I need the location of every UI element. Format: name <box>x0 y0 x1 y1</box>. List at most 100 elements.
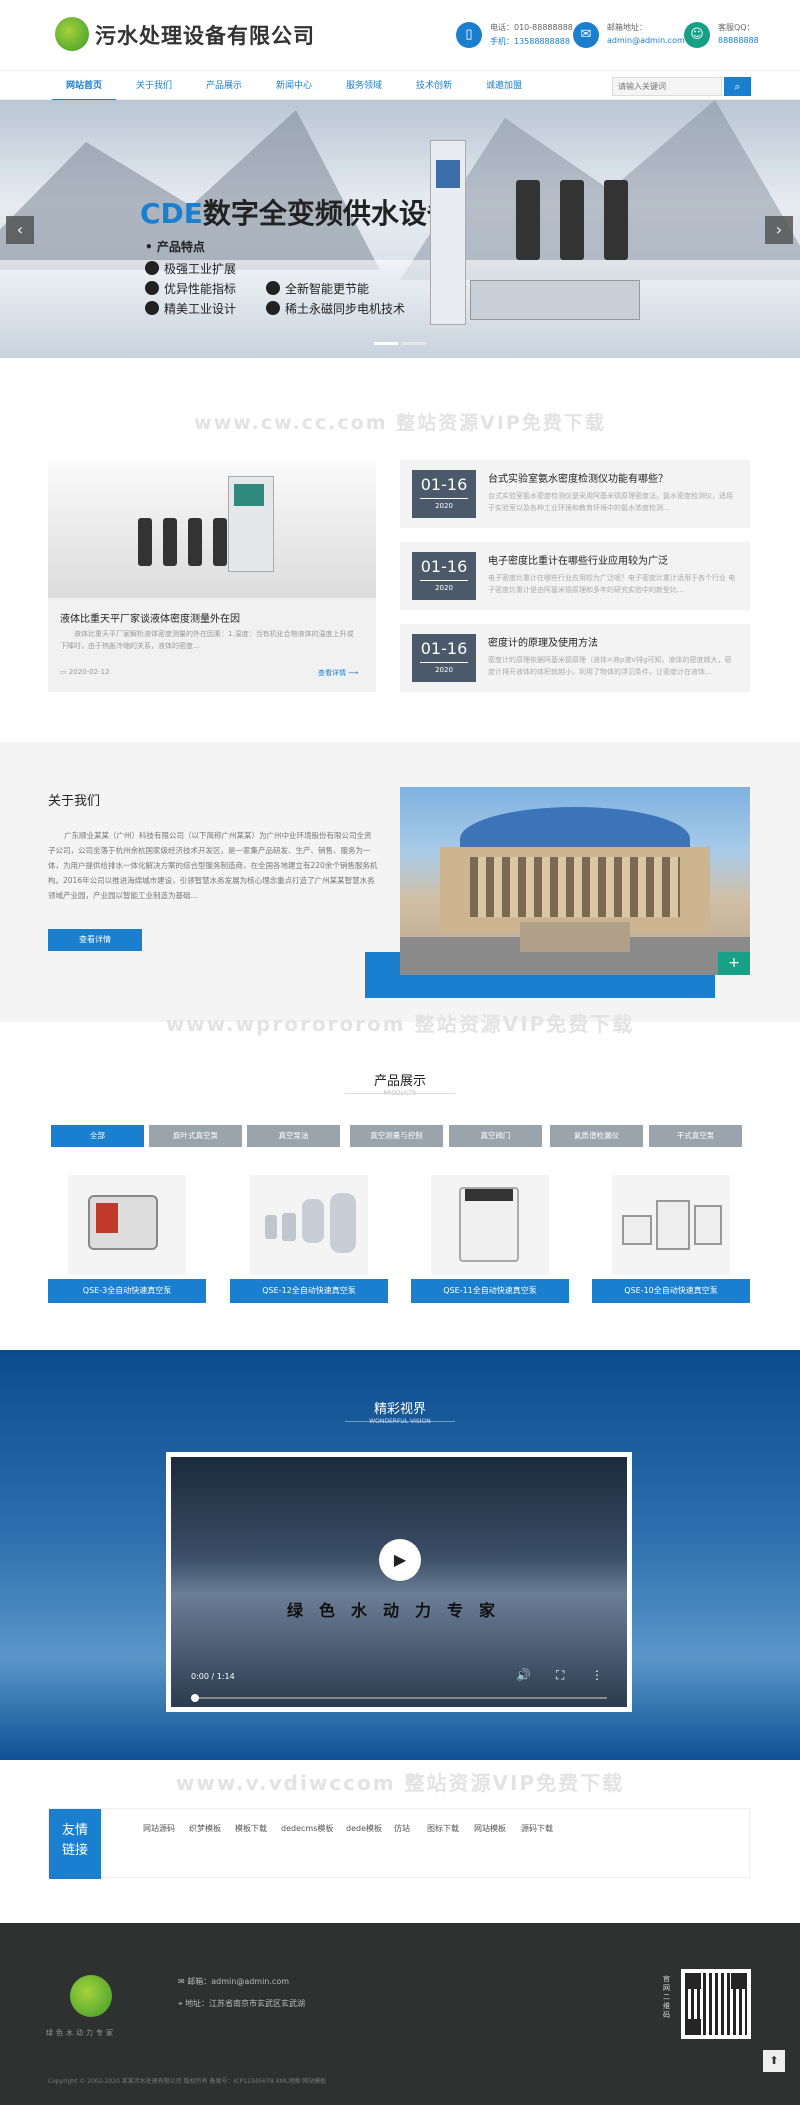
product-card[interactable]: QSE-12全自动快速真空泵 <box>230 1170 388 1303</box>
footer-slogan: 绿色水动力专家 <box>46 2029 116 2037</box>
feature-5: 稀土永磁同步电机技术 <box>266 300 405 317</box>
friend-links: 友情 链接 网站源码 织梦模板 模板下载 dedecms模板 dede模板 仿站 … <box>48 1808 750 1879</box>
title-divider <box>345 1421 455 1422</box>
friend-link[interactable]: 网站模板 <box>474 1823 506 1834</box>
news-day: 01-16 <box>420 557 468 576</box>
friend-links-label: 友情 链接 <box>49 1809 101 1879</box>
news-year: 2020 <box>420 662 468 677</box>
tab-pump-oil[interactable]: 真空泵油 <box>247 1125 340 1147</box>
news-item[interactable]: 01-16 2020 电子密度比重计在哪些行业应用较为广泛 电子密度比重计在哪些行… <box>400 542 750 610</box>
news-title[interactable]: 密度计的原理及使用方法 <box>488 634 598 649</box>
banner-next-button[interactable]: › <box>765 216 793 244</box>
product-name[interactable]: QSE-3全自动快速真空泵 <box>48 1279 206 1303</box>
mail-icon: ✉ <box>178 1977 188 1986</box>
back-to-top-button[interactable]: ⬆ <box>763 2050 785 2072</box>
qr-code-image <box>681 1969 751 2039</box>
check-icon <box>266 281 280 295</box>
about-more-button[interactable]: 查看详情 <box>48 929 142 951</box>
tab-dry-pump[interactable]: 干式真空泵 <box>649 1125 742 1147</box>
nav-products[interactable]: 产品展示 <box>192 71 256 101</box>
play-button[interactable]: ▶ <box>379 1539 421 1581</box>
featured-news-summary: 液体比重天平厂家解析液体密度测量的外在因素：1.温度：当有机化合物液体的温度上升… <box>60 630 354 650</box>
contact-qq: ☺ 客服QQ： 88888888 <box>684 20 784 54</box>
footer-logo-icon <box>70 1975 112 2017</box>
featured-news-title[interactable]: 液体比重天平厂家谈液体密度测量外在因 <box>60 610 240 625</box>
banner-title-prefix: CDE <box>140 197 203 230</box>
friend-link[interactable]: 仿站 <box>394 1823 410 1834</box>
tab-vacuum-valve[interactable]: 真空阀门 <box>449 1125 542 1147</box>
mail-icon: ✉ <box>573 22 599 48</box>
product-name[interactable]: QSE-12全自动快速真空泵 <box>230 1279 388 1303</box>
product-image <box>68 1175 186 1275</box>
hero-banner: CDE数字全变频供水设备 • 产品特点 极强工业扩展 优异性能指标 全新智能更节… <box>0 100 800 358</box>
nav-home[interactable]: 网站首页 <box>52 71 116 101</box>
calendar-icon: ▭ <box>60 668 69 676</box>
news-title[interactable]: 电子密度比重计在哪些行业应用较为广泛 <box>488 552 668 567</box>
product-name[interactable]: QSE-11全自动快速真空泵 <box>411 1279 569 1303</box>
friend-link[interactable]: 织梦模板 <box>189 1823 221 1834</box>
video-screen[interactable]: ▶ 绿色水动力专家 0:00 / 1:14 🔊 ⛶ ⋮ <box>171 1457 627 1707</box>
nav-about[interactable]: 关于我们 <box>122 71 186 101</box>
product-card[interactable]: QSE-11全自动快速真空泵 <box>411 1170 569 1303</box>
news-summary: 电子密度比重计在哪些行业应用较为广泛呢？电子密度比重计适用于各个行业 电子密度比… <box>488 574 736 594</box>
nav-tech[interactable]: 技术创新 <box>402 71 466 101</box>
phone-label: 电话：010-88888888 <box>490 23 573 32</box>
nav-join[interactable]: 诚邀加盟 <box>472 71 536 101</box>
footer-email-text[interactable]: 邮箱：admin@admin.com <box>187 1977 289 1986</box>
video-progress-handle[interactable] <box>191 1694 199 1702</box>
friend-link[interactable]: 模板下载 <box>235 1823 267 1834</box>
site-header: 污水处理设备有限公司 ▯ 电话：010-88888888 手机：13588888… <box>0 0 800 70</box>
friend-link[interactable]: dedecms模板 <box>281 1823 333 1834</box>
friend-link[interactable]: dede模板 <box>346 1823 382 1834</box>
nav-news[interactable]: 新闻中心 <box>262 71 326 101</box>
product-card[interactable]: QSE-3全自动快速真空泵 <box>48 1170 206 1303</box>
title-divider <box>345 1093 455 1094</box>
links-label-line2: 链接 <box>61 1843 88 1858</box>
news-summary: 密度计的原理依据阿基米德原理（液体=液p液V排g可知，液体的密度越大，密度计排开… <box>488 656 732 676</box>
tab-leak-detector[interactable]: 氦质谱检漏仪 <box>550 1125 643 1147</box>
links-watermark: www.v.vdiwccom 整站资源VIP免费下载 <box>175 1771 625 1795</box>
news-title[interactable]: 台式实验室氨水密度检测仪功能有哪些？ <box>488 470 668 485</box>
news-item[interactable]: 01-16 2020 台式实验室氨水密度检测仪功能有哪些？ 台式实验室氨水密度检测… <box>400 460 750 528</box>
featured-news-card[interactable]: 液体比重天平厂家谈液体密度测量外在因 液体比重天平厂家解析液体密度测量的外在因素… <box>48 460 376 692</box>
tab-rotary-vane-pump[interactable]: 旋叶式真空泵 <box>149 1125 242 1147</box>
qq-value[interactable]: 88888888 <box>718 36 759 45</box>
main-nav: 网站首页 关于我们 产品展示 新闻中心 服务领域 技术创新 诚邀加盟 ⌕ <box>0 70 800 101</box>
copyright: Copyright © 2002-2020 某某污水处理有限公司 版权所有 备案… <box>48 2078 327 2085</box>
product-image <box>612 1175 730 1275</box>
banner-dot-2[interactable] <box>402 342 426 345</box>
company-building-image <box>400 787 750 975</box>
feature-2-label: 优异性能指标 <box>164 282 237 296</box>
search-button[interactable]: ⌕ <box>724 77 751 96</box>
volume-icon[interactable]: 🔊 <box>516 1668 531 1682</box>
feature-2: 优异性能指标 <box>145 280 236 297</box>
tab-vacuum-measure[interactable]: 真空测量与控制 <box>350 1125 443 1147</box>
banner-prev-button[interactable]: ‹ <box>6 216 34 244</box>
plus-icon: + <box>728 955 740 971</box>
location-icon: ⌖ <box>178 1999 186 2008</box>
product-card[interactable]: QSE-10全自动快速真空泵 <box>592 1170 750 1303</box>
friend-link[interactable]: 网站源码 <box>143 1823 175 1834</box>
fullscreen-icon[interactable]: ⛶ <box>556 1668 564 1683</box>
mobile-label: 手机：13588888888 <box>490 37 570 46</box>
featured-news-more[interactable]: 查看详情 ⟶ <box>318 668 358 678</box>
check-icon <box>145 261 159 275</box>
nav-services[interactable]: 服务领域 <box>332 71 396 101</box>
product-name[interactable]: QSE-10全自动快速真空泵 <box>592 1279 750 1303</box>
tab-all[interactable]: 全部 <box>51 1125 144 1147</box>
logo-icon[interactable] <box>55 17 89 51</box>
news-item[interactable]: 01-16 2020 密度计的原理及使用方法 密度计的原理依据阿基米德原理（液体=… <box>400 624 750 692</box>
banner-dot-1[interactable] <box>374 342 398 345</box>
logo-text[interactable]: 污水处理设备有限公司 <box>95 20 315 50</box>
video-player[interactable]: ▶ 绿色水动力专家 0:00 / 1:14 🔊 ⛶ ⋮ <box>166 1452 632 1712</box>
search-input[interactable] <box>612 77 722 96</box>
friend-link[interactable]: 源码下载 <box>521 1823 553 1834</box>
pump-image <box>560 180 584 260</box>
email-value[interactable]: admin@admin.com <box>607 36 685 45</box>
email-label: 邮箱地址： <box>607 23 647 32</box>
video-progress-bar[interactable] <box>191 1697 607 1699</box>
about-plus-button[interactable]: + <box>718 952 750 975</box>
news-year: 2020 <box>420 580 468 595</box>
more-options-icon[interactable]: ⋮ <box>591 1668 603 1682</box>
friend-link[interactable]: 图标下载 <box>427 1823 459 1834</box>
